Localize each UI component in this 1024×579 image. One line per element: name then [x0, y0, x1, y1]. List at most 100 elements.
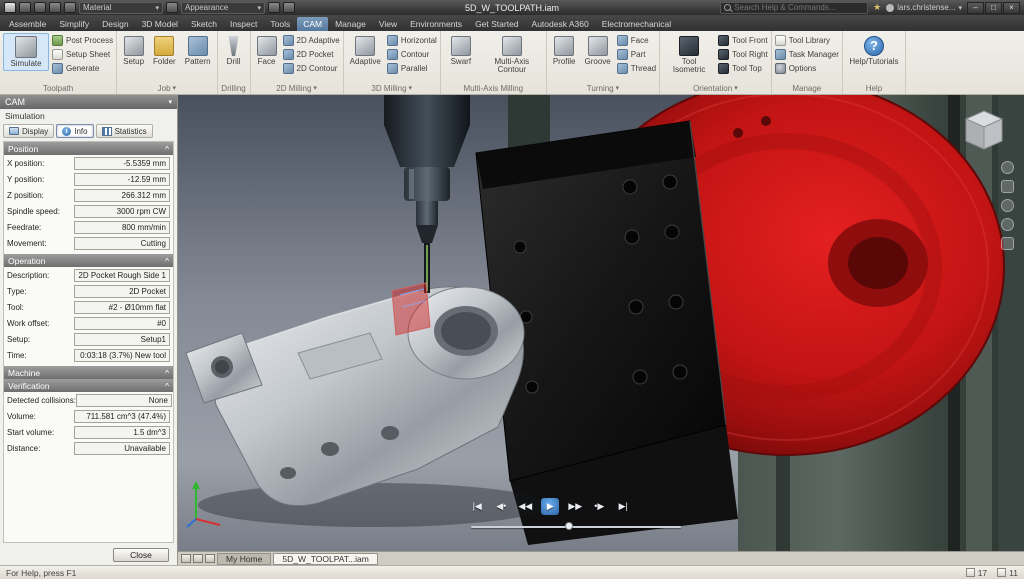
cascade-windows-icon[interactable] [181, 554, 191, 563]
parallel-button[interactable]: Parallel [387, 62, 437, 75]
menu-tab-get-started[interactable]: Get Started [469, 17, 524, 31]
collapse-icon[interactable]: ^ [165, 144, 169, 154]
search-input[interactable] [734, 3, 864, 12]
appearance-adjust-icon[interactable] [268, 2, 280, 13]
undo-icon[interactable] [34, 2, 46, 13]
redo-icon[interactable] [49, 2, 61, 13]
quick-access-overflow-icon[interactable] [283, 2, 295, 13]
close-button[interactable]: Close [113, 548, 169, 562]
tab-statistics[interactable]: Statistics [96, 124, 153, 138]
skip-to-start-button[interactable]: |◀ [469, 499, 485, 514]
skip-to-end-button[interactable]: ▶| [615, 499, 631, 514]
tab-info[interactable]: i Info [56, 124, 93, 138]
print-icon[interactable] [64, 2, 76, 13]
ribbon-group-label-manage[interactable]: Manage [772, 82, 842, 94]
turning-part-button[interactable]: Part [617, 48, 656, 61]
groove-button[interactable]: Groove [582, 33, 614, 69]
post-process-button[interactable]: Post Process [52, 34, 113, 47]
material-dropdown[interactable]: Material ▾ [79, 2, 163, 14]
task-manager-button[interactable]: Task Manager [775, 48, 839, 61]
rewind-button[interactable]: ◀◀ [517, 499, 533, 514]
slider-thumb[interactable] [565, 522, 573, 530]
step-forward-button[interactable]: •▶ [591, 499, 607, 514]
doc-tab-toolpath-iam[interactable]: 5D_W_TOOLPAT...iam [273, 553, 377, 565]
switch-windows-icon[interactable] [205, 554, 215, 563]
2d-adaptive-button[interactable]: 2D Adaptive [283, 34, 340, 47]
ribbon-group-label-3d-milling[interactable]: 3D Milling ▾ [344, 82, 440, 94]
section-header-operation[interactable]: Operation ^ [4, 254, 173, 267]
panel-title-bar[interactable]: CAM ▾ [0, 95, 177, 109]
orbit-icon[interactable] [1001, 218, 1014, 231]
collapse-icon[interactable]: ^ [165, 256, 169, 266]
collapse-icon[interactable]: ^ [165, 381, 169, 391]
panel-menu-arrow-icon[interactable]: ▾ [168, 98, 172, 106]
menu-tab-sketch[interactable]: Sketch [185, 17, 223, 31]
horizontal-button[interactable]: Horizontal [387, 34, 437, 47]
save-icon[interactable] [19, 2, 31, 13]
menu-tab-view[interactable]: View [373, 17, 403, 31]
menu-tab-cam[interactable]: CAM [297, 17, 328, 31]
menu-tab-environments[interactable]: Environments [404, 17, 468, 31]
ribbon-group-label-2d-milling[interactable]: 2D Milling ▾ [251, 82, 343, 94]
folder-button[interactable]: Folder [150, 33, 179, 69]
drill-button[interactable]: Drill [221, 33, 247, 69]
menu-tab-autodesk-a360[interactable]: Autodesk A360 [526, 17, 595, 31]
menu-tab-tools[interactable]: Tools [264, 17, 296, 31]
favorites-star-icon[interactable]: ★ [873, 3, 881, 12]
ribbon-group-label-job[interactable]: Job ▾ [117, 82, 216, 94]
signed-in-user[interactable]: lars.christense... ▾ [886, 3, 962, 12]
menu-tab-3d-model[interactable]: 3D Model [136, 17, 184, 31]
section-header-position[interactable]: Position ^ [4, 142, 173, 155]
ribbon-group-label-orientation[interactable]: Orientation ▾ [660, 82, 771, 94]
turning-face-button[interactable]: Face [617, 34, 656, 47]
tool-top-button[interactable]: Tool Top [718, 62, 768, 75]
menu-tab-simplify[interactable]: Simplify [53, 17, 95, 31]
pan-icon[interactable] [1001, 180, 1014, 193]
menu-tab-inspect[interactable]: Inspect [224, 17, 263, 31]
step-back-button[interactable]: ◀• [493, 499, 509, 514]
menu-tab-electromechanical[interactable]: Electromechanical [596, 17, 677, 31]
simulation-progress-slider[interactable] [471, 522, 681, 531]
fast-forward-button[interactable]: ▶▶ [567, 499, 583, 514]
tile-windows-icon[interactable] [193, 554, 203, 563]
menu-tab-design[interactable]: Design [96, 17, 134, 31]
3d-scene[interactable] [178, 95, 1024, 551]
setup-button[interactable]: Setup [120, 33, 147, 69]
close-window-button[interactable]: × [1003, 2, 1020, 14]
ribbon-group-label-help[interactable]: Help [843, 82, 905, 94]
tool-isometric-button[interactable]: Tool Isometric [663, 33, 715, 78]
full-navigation-wheel-icon[interactable] [1001, 161, 1014, 174]
ribbon-group-label-turning[interactable]: Turning ▾ [547, 82, 659, 94]
contour-3d-button[interactable]: Contour [387, 48, 437, 61]
look-at-icon[interactable] [1001, 237, 1014, 250]
view-cube[interactable] [958, 103, 1010, 155]
ribbon-group-label-drilling[interactable]: Drilling [218, 82, 250, 94]
ribbon-group-label-toolpath[interactable]: Toolpath [0, 82, 116, 94]
profile-button[interactable]: Profile [550, 33, 579, 69]
ribbon-group-label-multi-axis[interactable]: Multi-Axis Milling [441, 82, 546, 94]
2d-pocket-button[interactable]: 2D Pocket [283, 48, 340, 61]
inventor-app-icon[interactable] [4, 2, 16, 13]
section-header-machine[interactable]: Machine ^ [4, 366, 173, 379]
play-button[interactable]: ▶ [541, 498, 559, 515]
minimize-button[interactable]: – [967, 2, 984, 14]
doc-tab-my-home[interactable]: My Home [217, 553, 271, 565]
tab-display[interactable]: Display [3, 124, 54, 138]
3d-viewport[interactable]: |◀ ◀• ◀◀ ▶ ▶▶ •▶ ▶| [178, 95, 1024, 551]
zoom-icon[interactable] [1001, 199, 1014, 212]
tool-right-button[interactable]: Tool Right [718, 48, 768, 61]
material-browser-icon[interactable] [166, 2, 178, 13]
adaptive-3d-button[interactable]: Adaptive [347, 33, 384, 69]
maximize-button[interactable]: □ [985, 2, 1002, 14]
collapse-icon[interactable]: ^ [165, 368, 169, 378]
turning-thread-button[interactable]: Thread [617, 62, 656, 75]
options-button[interactable]: Options [775, 62, 839, 75]
section-header-verification[interactable]: Verification ^ [4, 379, 173, 392]
simulate-button[interactable]: Simulate [3, 33, 49, 71]
multi-axis-contour-button[interactable]: Multi-Axis Contour [481, 33, 543, 78]
help-tutorials-button[interactable]: ? Help/Tutorials [846, 33, 902, 69]
menu-tab-assemble[interactable]: Assemble [3, 17, 52, 31]
tool-library-button[interactable]: Tool Library [775, 34, 839, 47]
swarf-button[interactable]: Swarf [444, 33, 478, 69]
generate-button[interactable]: Generate [52, 62, 113, 75]
